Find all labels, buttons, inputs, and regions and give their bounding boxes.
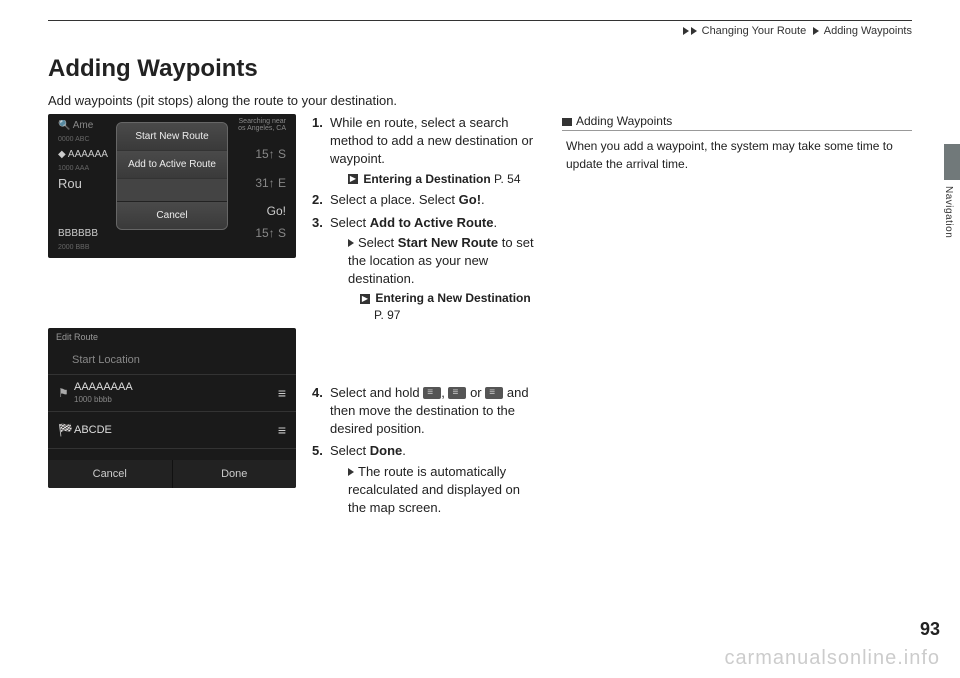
reference-icon: ▶ <box>360 294 370 304</box>
bullet-arrow-icon <box>348 239 354 247</box>
step-1: 1.While en route, select a search method… <box>312 114 538 187</box>
note-icon <box>562 118 572 126</box>
cancel-button[interactable]: Cancel <box>48 460 173 488</box>
chevron-right-icon <box>691 27 697 35</box>
flag-icon: ⚑ <box>58 386 74 400</box>
start-new-route-button[interactable]: Start New Route <box>117 123 227 151</box>
page-title: Adding Waypoints <box>48 55 912 83</box>
drag-handle-icon <box>423 387 441 399</box>
start-location-row: Start Location <box>48 346 296 375</box>
step-3: 3.Select Add to Active Route. Select Sta… <box>312 214 538 324</box>
drag-handle-icon[interactable]: ≡ <box>266 422 286 438</box>
drag-handle-icon <box>448 387 466 399</box>
note-heading: Adding Waypoints <box>576 114 672 128</box>
step-2: 2.Select a place. Select Go!. <box>312 191 538 209</box>
add-to-active-route-button[interactable]: Add to Active Route <box>117 151 227 179</box>
drag-handle-icon <box>485 387 503 399</box>
step-4: 4.Select and hold , or and then move the… <box>312 384 538 439</box>
drag-handle-icon[interactable]: ≡ <box>266 385 286 401</box>
breadcrumb-section: Changing Your Route <box>702 25 807 37</box>
route-modal: Start New Route Add to Active Route Canc… <box>116 122 228 230</box>
route-item-row[interactable]: 🏁 ABCDE ≡ <box>48 412 296 449</box>
breadcrumb: Changing Your Route Adding Waypoints <box>48 20 912 37</box>
chevron-right-icon <box>813 27 819 35</box>
breadcrumb-subsection: Adding Waypoints <box>824 25 912 37</box>
watermark: carmanualsonline.info <box>724 647 940 670</box>
step-5: 5.Select Done. The route is automaticall… <box>312 442 538 517</box>
instruction-steps: 1.While en route, select a search method… <box>312 114 538 521</box>
checkered-flag-icon: 🏁 <box>58 423 74 437</box>
chevron-right-icon <box>683 27 689 35</box>
page-number: 93 <box>920 619 940 640</box>
intro-text: Add waypoints (pit stops) along the rout… <box>48 93 912 108</box>
section-label: Navigation <box>943 186 954 238</box>
route-item-row[interactable]: ⚑ AAAAAAAA 1000 bbbb ≡ <box>48 375 296 412</box>
screenshot-edit-route: Edit Route Start Location ⚑ AAAAAAAA 100… <box>48 328 296 488</box>
side-note-column: Adding Waypoints When you add a waypoint… <box>562 114 912 521</box>
cancel-button[interactable]: Cancel <box>117 201 227 229</box>
note-body: When you add a waypoint, the system may … <box>562 137 912 173</box>
screen2-header: Edit Route <box>48 328 296 346</box>
screenshot-route-dialog: 🔍 Ame Searching near os Angeles, CA 0000… <box>48 114 296 258</box>
done-button[interactable]: Done <box>173 460 297 488</box>
reference-icon: ▶ <box>348 174 358 184</box>
section-tab <box>944 144 960 180</box>
bullet-arrow-icon <box>348 468 354 476</box>
